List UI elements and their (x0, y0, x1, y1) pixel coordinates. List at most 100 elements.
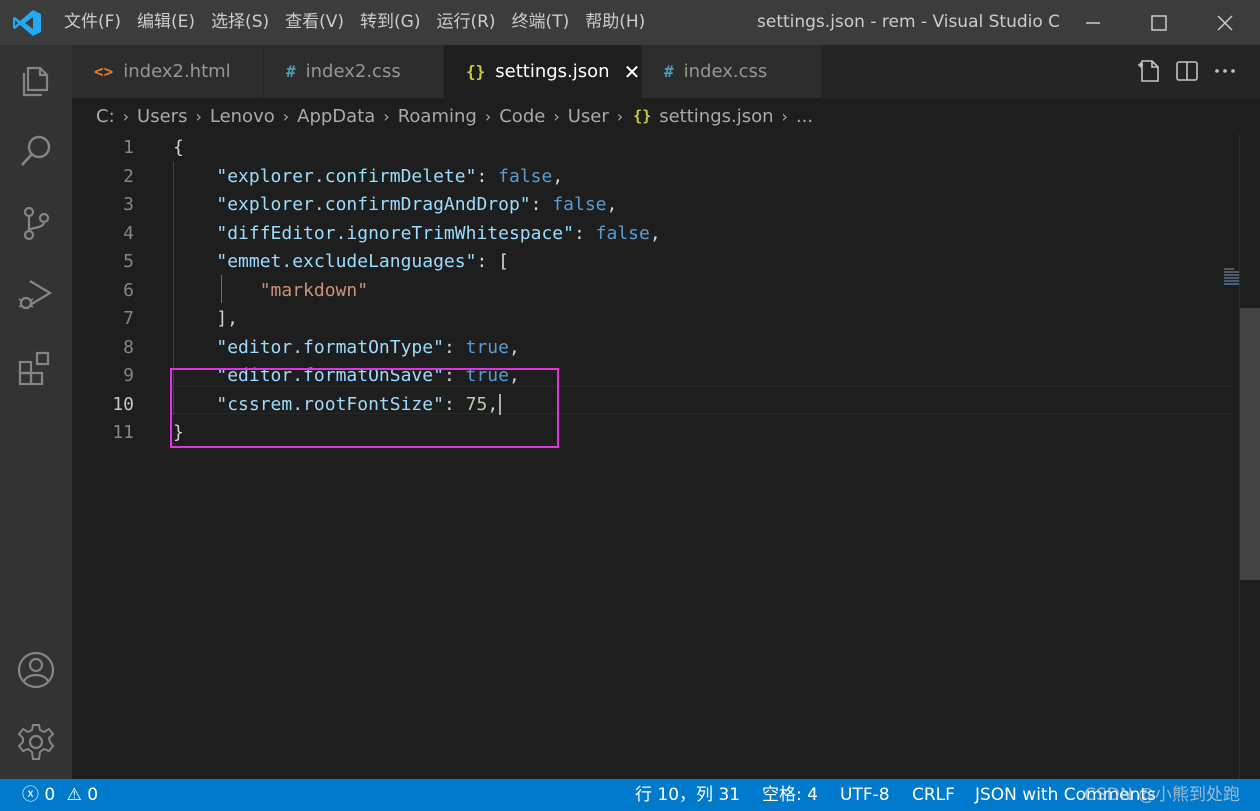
tab-label: index2.css (305, 61, 401, 82)
menu-go[interactable]: 转到(G) (352, 0, 428, 45)
chevron-right-icon: › (195, 106, 202, 126)
code-text: "explorer.confirmDelete": false, (216, 165, 564, 187)
menu-bar: 文件(F) 编辑(E) 选择(S) 查看(V) 转到(G) 运行(R) 终端(T… (56, 0, 653, 45)
code-text: "diffEditor.ignoreTrimWhitespace": false… (216, 222, 661, 244)
indentation-setting[interactable]: 空格: 4 (762, 779, 818, 811)
json-file-icon: {} (633, 107, 652, 125)
editor-tab-bar: <> index2.html # index2.css {} settings.… (72, 45, 1260, 98)
chevron-right-icon: › (553, 106, 560, 126)
menu-selection[interactable]: 选择(S) (203, 0, 277, 45)
maximize-icon (1151, 14, 1167, 31)
breadcrumb: C: › Users › Lenovo › AppData › Roaming … (72, 98, 1260, 134)
menu-help[interactable]: 帮助(H) (577, 0, 653, 45)
eol-setting[interactable]: CRLF (912, 779, 955, 811)
close-icon (1217, 14, 1233, 31)
line-number: 2 (123, 165, 134, 187)
window-title: settings.json - rem - Visual Studio C... (757, 12, 1059, 32)
breadcrumb-item-settings-json[interactable]: settings.json (651, 106, 773, 127)
line-number: 1 (123, 137, 134, 158)
code-text: "markdown" (259, 279, 369, 301)
cursor-position[interactable]: 行 10，列 31 (635, 779, 740, 811)
title-bar: 文件(F) 编辑(E) 选择(S) 查看(V) 转到(G) 运行(R) 终端(T… (0, 0, 1260, 45)
search-icon[interactable] (16, 131, 56, 171)
code-text: { (173, 137, 184, 158)
tab-index-css[interactable]: # index.css (642, 45, 822, 98)
activity-bar (0, 45, 72, 779)
tab-close-icon[interactable]: ✕ (624, 60, 641, 84)
code-line[interactable]: 7 ], (72, 305, 1172, 333)
problems-indicator[interactable]: ⓧ 0 ⚠ 0 (22, 779, 98, 811)
breadcrumb-item-user[interactable]: User (560, 106, 609, 127)
minimize-button[interactable] (1060, 0, 1126, 45)
code-line[interactable]: 3 "explorer.confirmDragAndDrop": false, (72, 191, 1172, 219)
status-bar: ⓧ 0 ⚠ 0 行 10，列 31 空格: 4 UTF-8 CRLF JSON … (0, 779, 1260, 811)
line-number: 6 (123, 279, 134, 301)
source-control-icon[interactable] (16, 203, 56, 243)
open-settings-ui-icon[interactable] (1136, 58, 1162, 84)
code-text: "editor.formatOnType": true, (216, 336, 520, 358)
scrollbar-thumb[interactable] (1240, 308, 1260, 580)
error-count: 0 (44, 785, 56, 805)
vertical-scrollbar[interactable] (1239, 134, 1260, 779)
extensions-icon[interactable] (16, 348, 56, 388)
json-file-icon: {} (466, 62, 486, 81)
chevron-right-icon: › (122, 106, 130, 126)
css-file-icon: # (664, 62, 674, 81)
explorer-files-icon[interactable] (16, 60, 56, 100)
line-number: 8 (123, 336, 134, 358)
encoding-setting[interactable]: UTF-8 (840, 779, 890, 811)
tab-label: index.css (683, 61, 768, 82)
vscode-logo-icon (13, 10, 41, 36)
manage-gear-icon[interactable] (16, 722, 56, 762)
breadcrumb-item-code[interactable]: Code (491, 106, 545, 127)
minimize-icon (1086, 21, 1100, 24)
menu-run[interactable]: 运行(R) (428, 0, 503, 45)
html-file-icon: <> (94, 62, 114, 81)
code-line[interactable]: 1{ (72, 134, 1172, 162)
tab-label: index2.html (123, 61, 231, 82)
css-file-icon: # (286, 62, 296, 81)
warning-count: 0 (87, 785, 99, 805)
breadcrumb-item-roaming[interactable]: Roaming (390, 106, 477, 127)
breadcrumb-item-drive[interactable]: C: (72, 106, 115, 127)
code-text: "explorer.confirmDragAndDrop": false, (216, 194, 618, 215)
line-number: 5 (123, 251, 134, 272)
chevron-right-icon: › (616, 106, 624, 126)
warning-icon: ⚠ (66, 785, 82, 805)
annotation-highlight-box (170, 368, 559, 448)
menu-terminal[interactable]: 终端(T) (504, 0, 578, 45)
breadcrumb-item-lenovo[interactable]: Lenovo (202, 106, 275, 127)
breadcrumb-item-users[interactable]: Users (129, 106, 187, 127)
split-editor-icon[interactable] (1174, 58, 1200, 84)
menu-view[interactable]: 查看(V) (277, 0, 352, 45)
maximize-button[interactable] (1126, 0, 1192, 45)
close-window-button[interactable] (1192, 0, 1258, 45)
code-line[interactable]: 5 "emmet.excludeLanguages": [ (72, 248, 1172, 276)
line-number: 11 (112, 422, 134, 443)
line-number: 7 (123, 308, 134, 329)
code-editor[interactable]: 1{2 "explorer.confirmDelete": false, 3 "e… (72, 134, 1260, 779)
breadcrumb-item-symbols[interactable]: ... (788, 106, 813, 127)
line-number: 3 (123, 194, 134, 215)
chevron-right-icon: › (383, 106, 390, 126)
watermark-text: CSDN @小熊到处跑 (1084, 785, 1240, 805)
tab-settings-json[interactable]: {} settings.json ✕ (444, 45, 642, 98)
code-line[interactable]: 8 "editor.formatOnType": true, (72, 334, 1172, 362)
tab-label: settings.json (495, 61, 610, 82)
code-line[interactable]: 6 "markdown" (72, 277, 1172, 305)
menu-edit[interactable]: 编辑(E) (129, 0, 203, 45)
account-icon[interactable] (16, 650, 56, 690)
run-debug-icon[interactable] (16, 275, 56, 315)
tab-index2-css[interactable]: # index2.css (264, 45, 444, 98)
chevron-right-icon: › (484, 106, 492, 126)
line-number: 10 (112, 393, 134, 415)
code-line[interactable]: 4 "diffEditor.ignoreTrimWhitespace": fal… (72, 220, 1172, 248)
tab-index2-html[interactable]: <> index2.html (72, 45, 264, 98)
menu-file[interactable]: 文件(F) (56, 0, 129, 45)
chevron-right-icon: › (282, 106, 290, 126)
more-actions-icon[interactable] (1212, 58, 1238, 84)
code-line[interactable]: 2 "explorer.confirmDelete": false, (72, 163, 1172, 191)
error-icon: ⓧ (22, 785, 39, 805)
code-text: "emmet.excludeLanguages": [ (216, 251, 509, 272)
breadcrumb-item-appdata[interactable]: AppData (289, 106, 375, 127)
